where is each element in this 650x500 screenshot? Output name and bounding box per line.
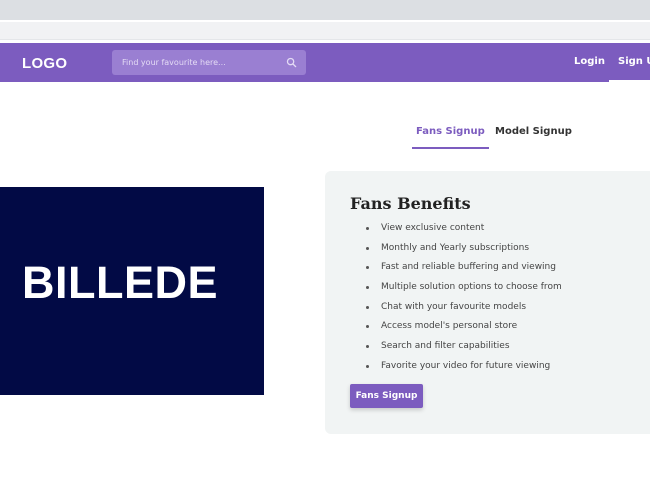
hero-image-label: BILLEDE [22,257,219,308]
bullet-dot [366,325,369,329]
bullet-dot [366,266,369,270]
bullet-dot [366,345,369,349]
benefit-item: Multiple solution options to choose from [366,280,562,300]
bullet-dot [366,305,369,309]
benefit-text: Monthly and Yearly subscriptions [381,242,530,253]
browser-toolbar-strip [0,22,650,40]
benefit-item: Favorite your video for future viewing [366,359,562,379]
benefit-item: Access model's personal store [366,319,562,339]
benefit-item: Monthly and Yearly subscriptions [366,241,562,261]
bullet-dot [366,227,369,230]
signup-link[interactable]: Sign Up [609,43,650,82]
top-navbar: LOGO Login Sign Up [0,43,650,82]
benefit-item: Fast and reliable buffering and viewing [366,260,562,280]
tab-fans-signup[interactable]: Fans Signup [412,126,489,149]
bullet-dot [366,364,369,368]
search-input[interactable] [112,50,282,75]
search-bar[interactable] [112,50,306,75]
benefit-text: Favorite your video for future viewing [381,360,551,371]
benefit-text: Multiple solution options to choose from [381,282,562,293]
benefit-text: Fast and reliable buffering and viewing [381,262,556,273]
fans-signup-button[interactable]: Fans Signup [350,384,423,408]
benefit-item: Chat with your favourite models [366,300,562,320]
bullet-dot [366,286,369,290]
benefit-text: View exclusive content [381,223,485,233]
benefit-text: Search and filter capabilities [381,341,510,352]
benefit-item: View exclusive content [366,221,562,241]
tab-model-signup[interactable]: Model Signup [491,126,576,147]
benefit-text: Access model's personal store [381,321,518,332]
benefit-item: Search and filter capabilities [366,339,562,359]
login-link[interactable]: Login [574,56,605,67]
browser-chrome-bar [0,0,650,20]
benefits-list: View exclusive content Monthly and Yearl… [366,221,562,379]
search-icon[interactable] [286,57,297,68]
logo[interactable]: LOGO [22,55,67,72]
benefits-title: Fans Benefits [350,194,471,213]
benefit-text: Chat with your favourite models [381,301,527,312]
bullet-dot [366,246,369,250]
